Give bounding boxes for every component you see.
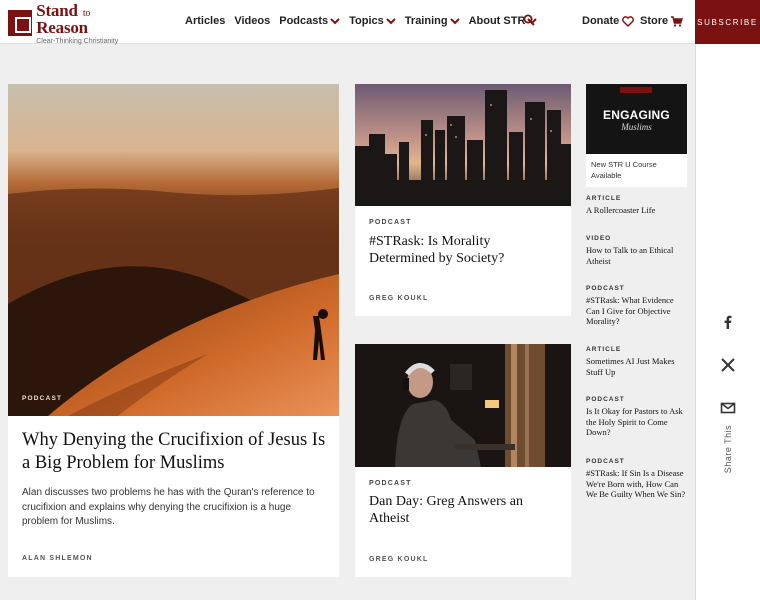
- article-card[interactable]: PODCAST #STRask: Is Morality Determined …: [355, 84, 571, 316]
- logo-mark-icon: [8, 10, 33, 36]
- sidebar-item-kicker: ARTICLE: [586, 195, 622, 202]
- sidebar-item[interactable]: PODCAST #STRask: If Sin Is a Disease We'…: [586, 458, 687, 500]
- city-skyline-image: [355, 84, 571, 206]
- article-kicker: PODCAST: [369, 219, 412, 226]
- sidebar: ENGAGING Muslims New STR U Course Availa…: [586, 84, 687, 499]
- site-header: Stand to Reason Clear-Thinking Christian…: [0, 0, 695, 45]
- feature-title[interactable]: Why Denying the Crucifixion of Jesus Is …: [22, 429, 327, 475]
- share-rail: Share This: [695, 44, 760, 600]
- cart-icon: [671, 15, 684, 27]
- article-kicker: PODCAST: [369, 480, 412, 487]
- feature-image-label: PODCAST: [22, 395, 63, 402]
- sidebar-item[interactable]: ARTICLE A Rollercoaster Life: [586, 195, 687, 216]
- course-caption: New STR U Course Available: [591, 160, 657, 180]
- nav-topics[interactable]: Topics: [349, 15, 396, 27]
- sidebar-item-title[interactable]: How to Talk to an Ethical Atheist: [586, 245, 687, 266]
- article-title[interactable]: #STRask: Is Morality Determined by Socie…: [369, 233, 559, 267]
- share-label: Share This: [723, 424, 733, 474]
- sidebar-item-kicker: ARTICLE: [586, 346, 622, 353]
- sidebar-item-kicker: PODCAST: [586, 285, 625, 292]
- article-author[interactable]: GREG KOUKL: [369, 556, 428, 563]
- logo-tagline: Clear-Thinking Christianity: [36, 37, 119, 45]
- sidebar-item[interactable]: ARTICLE Sometimes AI Just Makes Stuff Up: [586, 346, 687, 377]
- store-label: Store: [640, 15, 669, 27]
- article-card[interactable]: PODCAST Dan Day: Greg Answers an Atheist…: [355, 344, 571, 577]
- email-icon[interactable]: [720, 400, 736, 416]
- course-badge: [620, 87, 652, 93]
- feature-card[interactable]: PODCAST Why Denying the Crucifixion of J…: [8, 84, 339, 577]
- sidebar-item-kicker: PODCAST: [586, 458, 625, 465]
- article-author[interactable]: GREG KOUKL: [369, 295, 428, 302]
- course-title-small: Muslims: [621, 122, 652, 132]
- heart-icon: [622, 15, 635, 27]
- main-nav: Articles Videos Podcasts Topics Training…: [185, 15, 546, 27]
- article-title[interactable]: Dan Day: Greg Answers an Atheist: [369, 493, 559, 527]
- sidebar-item-kicker: PODCAST: [586, 396, 625, 403]
- feature-description: Alan discusses two problems he has with …: [22, 487, 315, 527]
- sidebar-item-title[interactable]: A Rollercoaster Life: [586, 205, 687, 216]
- course-promo[interactable]: ENGAGING Muslims New STR U Course Availa…: [586, 84, 687, 187]
- chevron-down-icon: [449, 18, 460, 25]
- chevron-down-icon: [330, 18, 340, 25]
- feature-author[interactable]: ALAN SHLEMON: [22, 555, 93, 562]
- chevron-down-icon: [386, 18, 396, 25]
- donate-label: Donate: [582, 15, 620, 27]
- sidebar-item-kicker: VIDEO: [586, 235, 612, 242]
- subscribe-button[interactable]: SUBSCRIBE: [695, 0, 760, 44]
- sidebar-item[interactable]: PODCAST #STRask: What Evidence Can I Giv…: [586, 285, 687, 327]
- sidebar-item-title[interactable]: #STRask: What Evidence Can I Give for Ob…: [586, 295, 687, 327]
- x-icon[interactable]: [720, 357, 736, 373]
- studio-image: [355, 344, 571, 467]
- nav-videos[interactable]: Videos: [234, 15, 270, 27]
- sidebar-item[interactable]: VIDEO How to Talk to an Ethical Atheist: [586, 235, 687, 266]
- sidebar-item[interactable]: PODCAST Is It Okay for Pastors to Ask th…: [586, 396, 687, 438]
- store-button[interactable]: Store: [640, 15, 684, 27]
- nav-training[interactable]: Training: [405, 15, 460, 27]
- sidebar-item-title[interactable]: Sometimes AI Just Makes Stuff Up: [586, 356, 687, 377]
- feature-image: PODCAST: [8, 84, 339, 416]
- nav-podcasts[interactable]: Podcasts: [279, 15, 340, 27]
- site-logo[interactable]: Stand to Reason Clear-Thinking Christian…: [8, 2, 138, 45]
- sidebar-item-title[interactable]: Is It Okay for Pastors to Ask the Holy S…: [586, 406, 687, 438]
- sidebar-item-title[interactable]: #STRask: If Sin Is a Disease We're Born …: [586, 468, 687, 500]
- nav-articles[interactable]: Articles: [185, 15, 225, 27]
- search-icon[interactable]: [523, 14, 535, 26]
- donate-button[interactable]: Donate: [582, 15, 635, 27]
- facebook-icon[interactable]: [720, 314, 736, 330]
- logo-name: Stand to Reason: [36, 0, 91, 37]
- course-title-big: ENGAGING: [603, 108, 670, 122]
- course-image: ENGAGING Muslims: [586, 84, 687, 154]
